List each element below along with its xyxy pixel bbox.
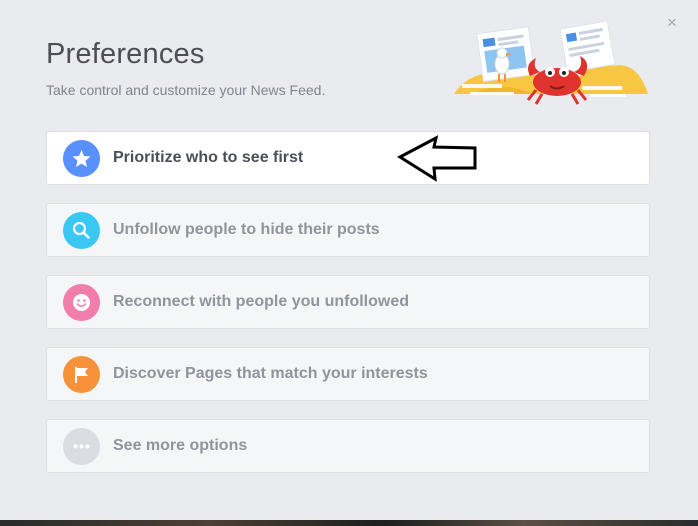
page-title: Preferences [46, 38, 205, 70]
option-label: Unfollow people to hide their posts [113, 221, 380, 238]
option-see-more[interactable]: See more options [46, 419, 650, 473]
smiley-icon [63, 284, 100, 321]
option-prioritize[interactable]: Prioritize who to see first [46, 131, 650, 185]
crab-illustration [454, 20, 648, 105]
flag-icon [63, 356, 100, 393]
option-label: Prioritize who to see first [113, 149, 304, 166]
option-reconnect[interactable]: Reconnect with people you unfollowed [46, 275, 650, 329]
more-icon [63, 428, 100, 465]
annotation-arrow-icon [397, 135, 477, 182]
option-label: Discover Pages that match your interests [113, 365, 428, 382]
option-label: Reconnect with people you unfollowed [113, 293, 410, 310]
option-unfollow[interactable]: Unfollow people to hide their posts [46, 203, 650, 257]
preferences-dialog: × Preferences Take control and customize… [0, 0, 698, 520]
close-button[interactable]: × [663, 14, 681, 32]
search-icon [63, 212, 100, 249]
option-label: See more options [113, 437, 248, 454]
star-icon [63, 140, 100, 177]
background-strip [0, 520, 698, 526]
page-subtitle: Take control and customize your News Fee… [46, 82, 326, 98]
option-discover-pages[interactable]: Discover Pages that match your interests [46, 347, 650, 401]
